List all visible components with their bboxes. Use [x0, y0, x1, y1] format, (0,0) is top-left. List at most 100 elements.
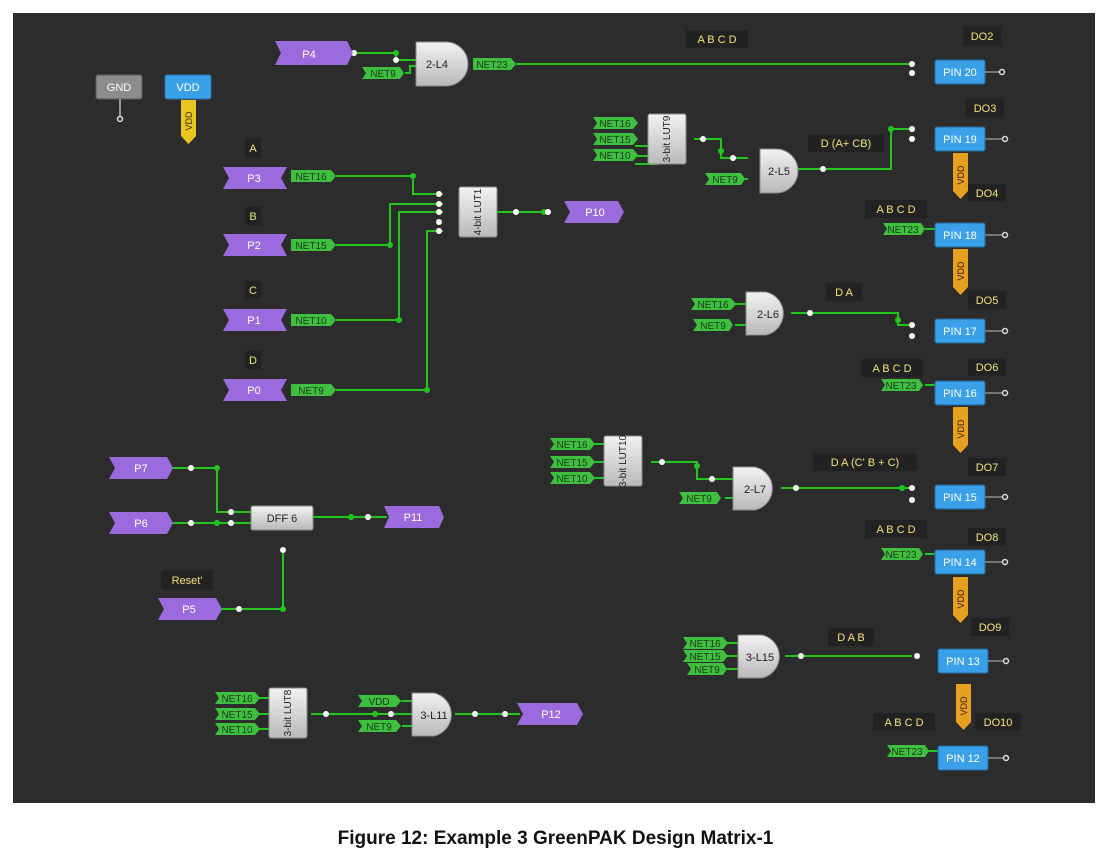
net-tags: NET9 NET23 NET16 NET15 NET10 NET9 NET16 — [215, 58, 929, 758]
svg-text:NET9: NET9 — [712, 175, 738, 186]
port-p12[interactable]: P12 — [517, 703, 583, 725]
pin-20[interactable]: PIN 20 — [934, 59, 999, 85]
and-gate-2-l4[interactable]: 2-L4 — [415, 41, 469, 87]
net-tag-net16[interactable]: NET16 — [291, 170, 336, 183]
svg-text:VDD: VDD — [956, 165, 966, 185]
port-p1[interactable]: P1 — [223, 309, 287, 331]
lut-3bit-lut10[interactable]: 3-bit LUT10 — [603, 434, 643, 487]
net-tag-net23[interactable]: NET23 — [887, 745, 929, 758]
label-expr-l7: D A (C' B + C) — [831, 457, 899, 469]
svg-text:NET16: NET16 — [599, 119, 631, 130]
net-tag-net16[interactable]: NET16 — [593, 117, 638, 130]
svg-text:NET16: NET16 — [697, 300, 729, 311]
svg-text:VDD: VDD — [184, 111, 194, 131]
vdd-block[interactable]: VDD VDD — [164, 74, 212, 144]
svg-text:NET23: NET23 — [887, 225, 919, 236]
net-tag-net9[interactable]: NET9 — [358, 720, 401, 733]
port-p10[interactable]: P10 — [564, 201, 624, 223]
svg-text:P12: P12 — [541, 709, 561, 721]
net-tag-net10[interactable]: NET10 — [593, 149, 638, 162]
port-p6[interactable]: P6 — [109, 512, 173, 534]
vdd-tag-pin13[interactable]: VDD — [956, 684, 971, 730]
svg-text:NET15: NET15 — [295, 241, 327, 252]
port-p3[interactable]: P3 — [223, 167, 287, 189]
svg-text:VDD: VDD — [956, 589, 966, 609]
label-abcd-pin16: A B C D — [872, 363, 911, 375]
svg-text:NET9: NET9 — [694, 665, 720, 676]
svg-text:NET9: NET9 — [370, 69, 396, 80]
net-tag-net16[interactable]: NET16 — [550, 438, 595, 451]
svg-text:NET15: NET15 — [689, 652, 721, 663]
label-abcd-pin12: A B C D — [884, 717, 923, 729]
and-gate-2-l7[interactable]: 2-L7 — [732, 466, 773, 511]
label-c: C — [249, 285, 257, 297]
design-matrix-canvas: GND VDD VDD P4 P3 P2 P1 P0 P10 P7 P6 P11… — [13, 13, 1095, 803]
pin-18[interactable]: PIN 18 — [934, 222, 1002, 248]
net-tag-net15[interactable]: NET15 — [291, 239, 336, 252]
svg-text:NET10: NET10 — [599, 151, 631, 162]
port-p4[interactable]: P4 — [275, 41, 353, 65]
net-tag-net9[interactable]: NET9 — [705, 173, 745, 186]
net-tag-net15[interactable]: NET15 — [550, 456, 595, 469]
port-p2[interactable]: P2 — [223, 234, 287, 256]
net-tag-net16[interactable]: NET16 — [215, 692, 260, 705]
vdd-tag-pin19[interactable]: VDD — [953, 153, 968, 199]
pin-17[interactable]: PIN 17 — [934, 318, 1002, 344]
svg-text:NET16: NET16 — [221, 694, 253, 705]
vdd-tag-pin18[interactable]: VDD — [953, 249, 968, 295]
net-tag-net15[interactable]: NET15 — [593, 133, 638, 146]
net-tag-net9[interactable]: NET9 — [291, 384, 336, 397]
net-tag-net10[interactable]: NET10 — [215, 723, 260, 736]
net-tag-net9[interactable]: NET9 — [362, 67, 404, 80]
pin-14[interactable]: PIN 14 — [934, 549, 1002, 575]
svg-text:PIN 13: PIN 13 — [946, 656, 980, 668]
net-tag-net15[interactable]: NET15 — [215, 708, 260, 721]
net-tag-net23[interactable]: NET23 — [883, 223, 925, 236]
net-tag-net9[interactable]: NET9 — [679, 492, 721, 505]
label-do9: DO9 — [979, 622, 1002, 634]
svg-text:P6: P6 — [134, 518, 147, 530]
svg-text:NET23: NET23 — [891, 747, 923, 758]
label-do6: DO6 — [976, 362, 999, 374]
net-tag-net16[interactable]: NET16 — [691, 298, 736, 311]
net-tag-net9[interactable]: NET9 — [693, 319, 733, 332]
pin-12[interactable]: PIN 12 — [937, 745, 1003, 771]
pin-13[interactable]: PIN 13 — [937, 648, 1003, 674]
net-tag-net23[interactable]: NET23 — [881, 379, 923, 392]
port-p5[interactable]: P5 — [158, 598, 222, 620]
svg-text:3-L15: 3-L15 — [746, 652, 774, 664]
svg-text:PIN 20: PIN 20 — [943, 67, 977, 79]
label-abcd-pin20: A B C D — [697, 34, 736, 46]
net-tag-net10[interactable]: NET10 — [291, 314, 336, 327]
port-p0[interactable]: P0 — [223, 379, 287, 401]
vdd-tag-pin16[interactable]: VDD — [953, 407, 968, 453]
net-tag-net16[interactable]: NET16 — [683, 637, 728, 650]
pin-19[interactable]: PIN 19 — [934, 126, 1002, 152]
gnd-block[interactable]: GND — [95, 74, 143, 116]
label-do3: DO3 — [974, 103, 997, 115]
pin-16[interactable]: PIN 16 — [934, 380, 1002, 406]
lut-4bit-lut1[interactable]: 4-bit LUT1 — [458, 186, 498, 238]
lut-3bit-lut8[interactable]: 3-bit LUT8 — [268, 687, 308, 739]
and-gate-2-l5[interactable]: 2-L5 — [759, 148, 799, 194]
net-tag-net10[interactable]: NET10 — [550, 472, 595, 485]
svg-text:3-bit LUT8: 3-bit LUT8 — [283, 689, 294, 736]
svg-text:NET23: NET23 — [885, 381, 917, 392]
lut-3bit-lut9[interactable]: 3-bit LUT9 — [647, 113, 687, 165]
net-tag-net9[interactable]: NET9 — [687, 663, 727, 676]
and-gate-2-l6[interactable]: 2-L6 — [745, 291, 784, 336]
svg-text:2-L4: 2-L4 — [426, 59, 448, 71]
port-p7[interactable]: P7 — [109, 457, 173, 479]
and-gate-3-l11[interactable]: 3-L11 — [411, 692, 452, 737]
net-tag-net15[interactable]: NET15 — [683, 650, 728, 663]
pin-15[interactable]: PIN 15 — [934, 484, 1002, 510]
and-gate-3-l15[interactable]: 3-L15 — [737, 634, 780, 679]
net-tag-net23[interactable]: NET23 — [881, 548, 923, 561]
vdd-net-tag[interactable]: VDD — [358, 695, 401, 708]
dff-6[interactable]: DFF 6 — [250, 505, 314, 531]
net-tag-net23[interactable]: NET23 — [473, 58, 516, 71]
vdd-tag-pin14[interactable]: VDD — [953, 577, 968, 623]
svg-text:PIN 12: PIN 12 — [946, 753, 980, 765]
port-p11[interactable]: P11 — [384, 506, 444, 528]
svg-text:NET23: NET23 — [885, 550, 917, 561]
